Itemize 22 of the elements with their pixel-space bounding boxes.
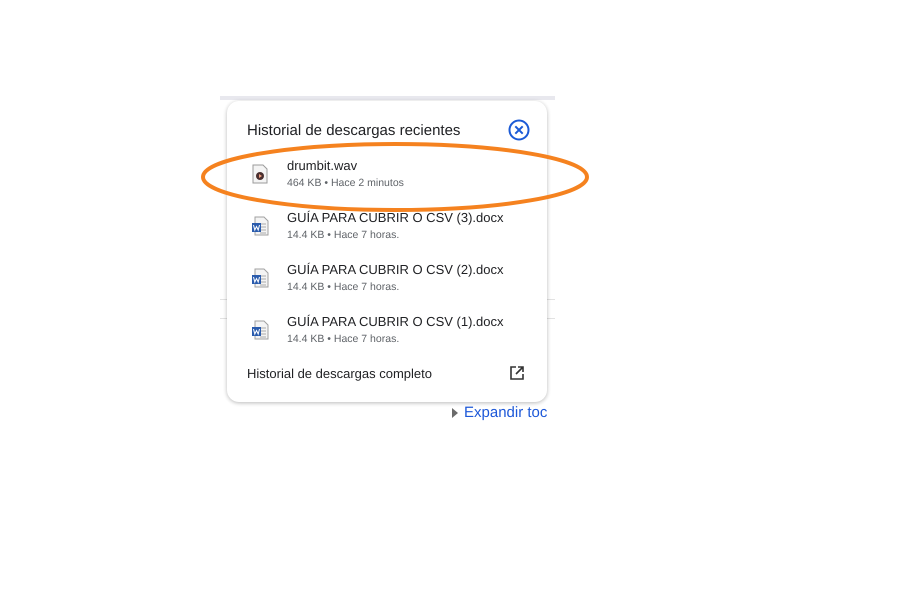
file-details: 464 KB • Hace 2 minutos <box>287 176 404 188</box>
download-item[interactable]: GUÍA PARA CUBRIR O CSV (3).docx 14.4 KB • Hace 7 horas. <box>247 203 527 255</box>
expand-link[interactable]: Expandir toc <box>464 404 548 421</box>
close-button[interactable] <box>508 119 530 141</box>
file-name: GUÍA PARA CUBRIR O CSV (1).docx <box>287 314 504 328</box>
triangle-icon <box>452 408 458 418</box>
close-icon <box>508 119 530 141</box>
file-name: drumbit.wav <box>287 158 358 172</box>
file-details: 14.4 KB • Hace 7 horas. <box>287 332 400 344</box>
popup-title: Historial de descargas recientes <box>247 122 460 138</box>
download-item[interactable]: GUÍA PARA CUBRIR O CSV (1).docx 14.4 KB • Hace 7 horas. <box>247 307 527 359</box>
audio-file-icon <box>252 164 268 184</box>
word-document-icon <box>251 216 269 236</box>
file-details: 14.4 KB • Hace 7 horas. <box>287 280 400 292</box>
download-item[interactable]: GUÍA PARA CUBRIR O CSV (2).docx 14.4 KB • Hace 7 horas. <box>247 255 527 307</box>
file-name: GUÍA PARA CUBRIR O CSV (2).docx <box>287 262 504 276</box>
word-document-icon <box>251 268 269 288</box>
file-name: GUÍA PARA CUBRIR O CSV (3).docx <box>287 210 504 224</box>
word-document-icon <box>251 320 269 340</box>
file-details: 14.4 KB • Hace 7 horas. <box>287 228 400 240</box>
full-history-link[interactable]: Historial de descargas completo <box>247 366 432 380</box>
open-external-icon[interactable] <box>509 365 525 381</box>
